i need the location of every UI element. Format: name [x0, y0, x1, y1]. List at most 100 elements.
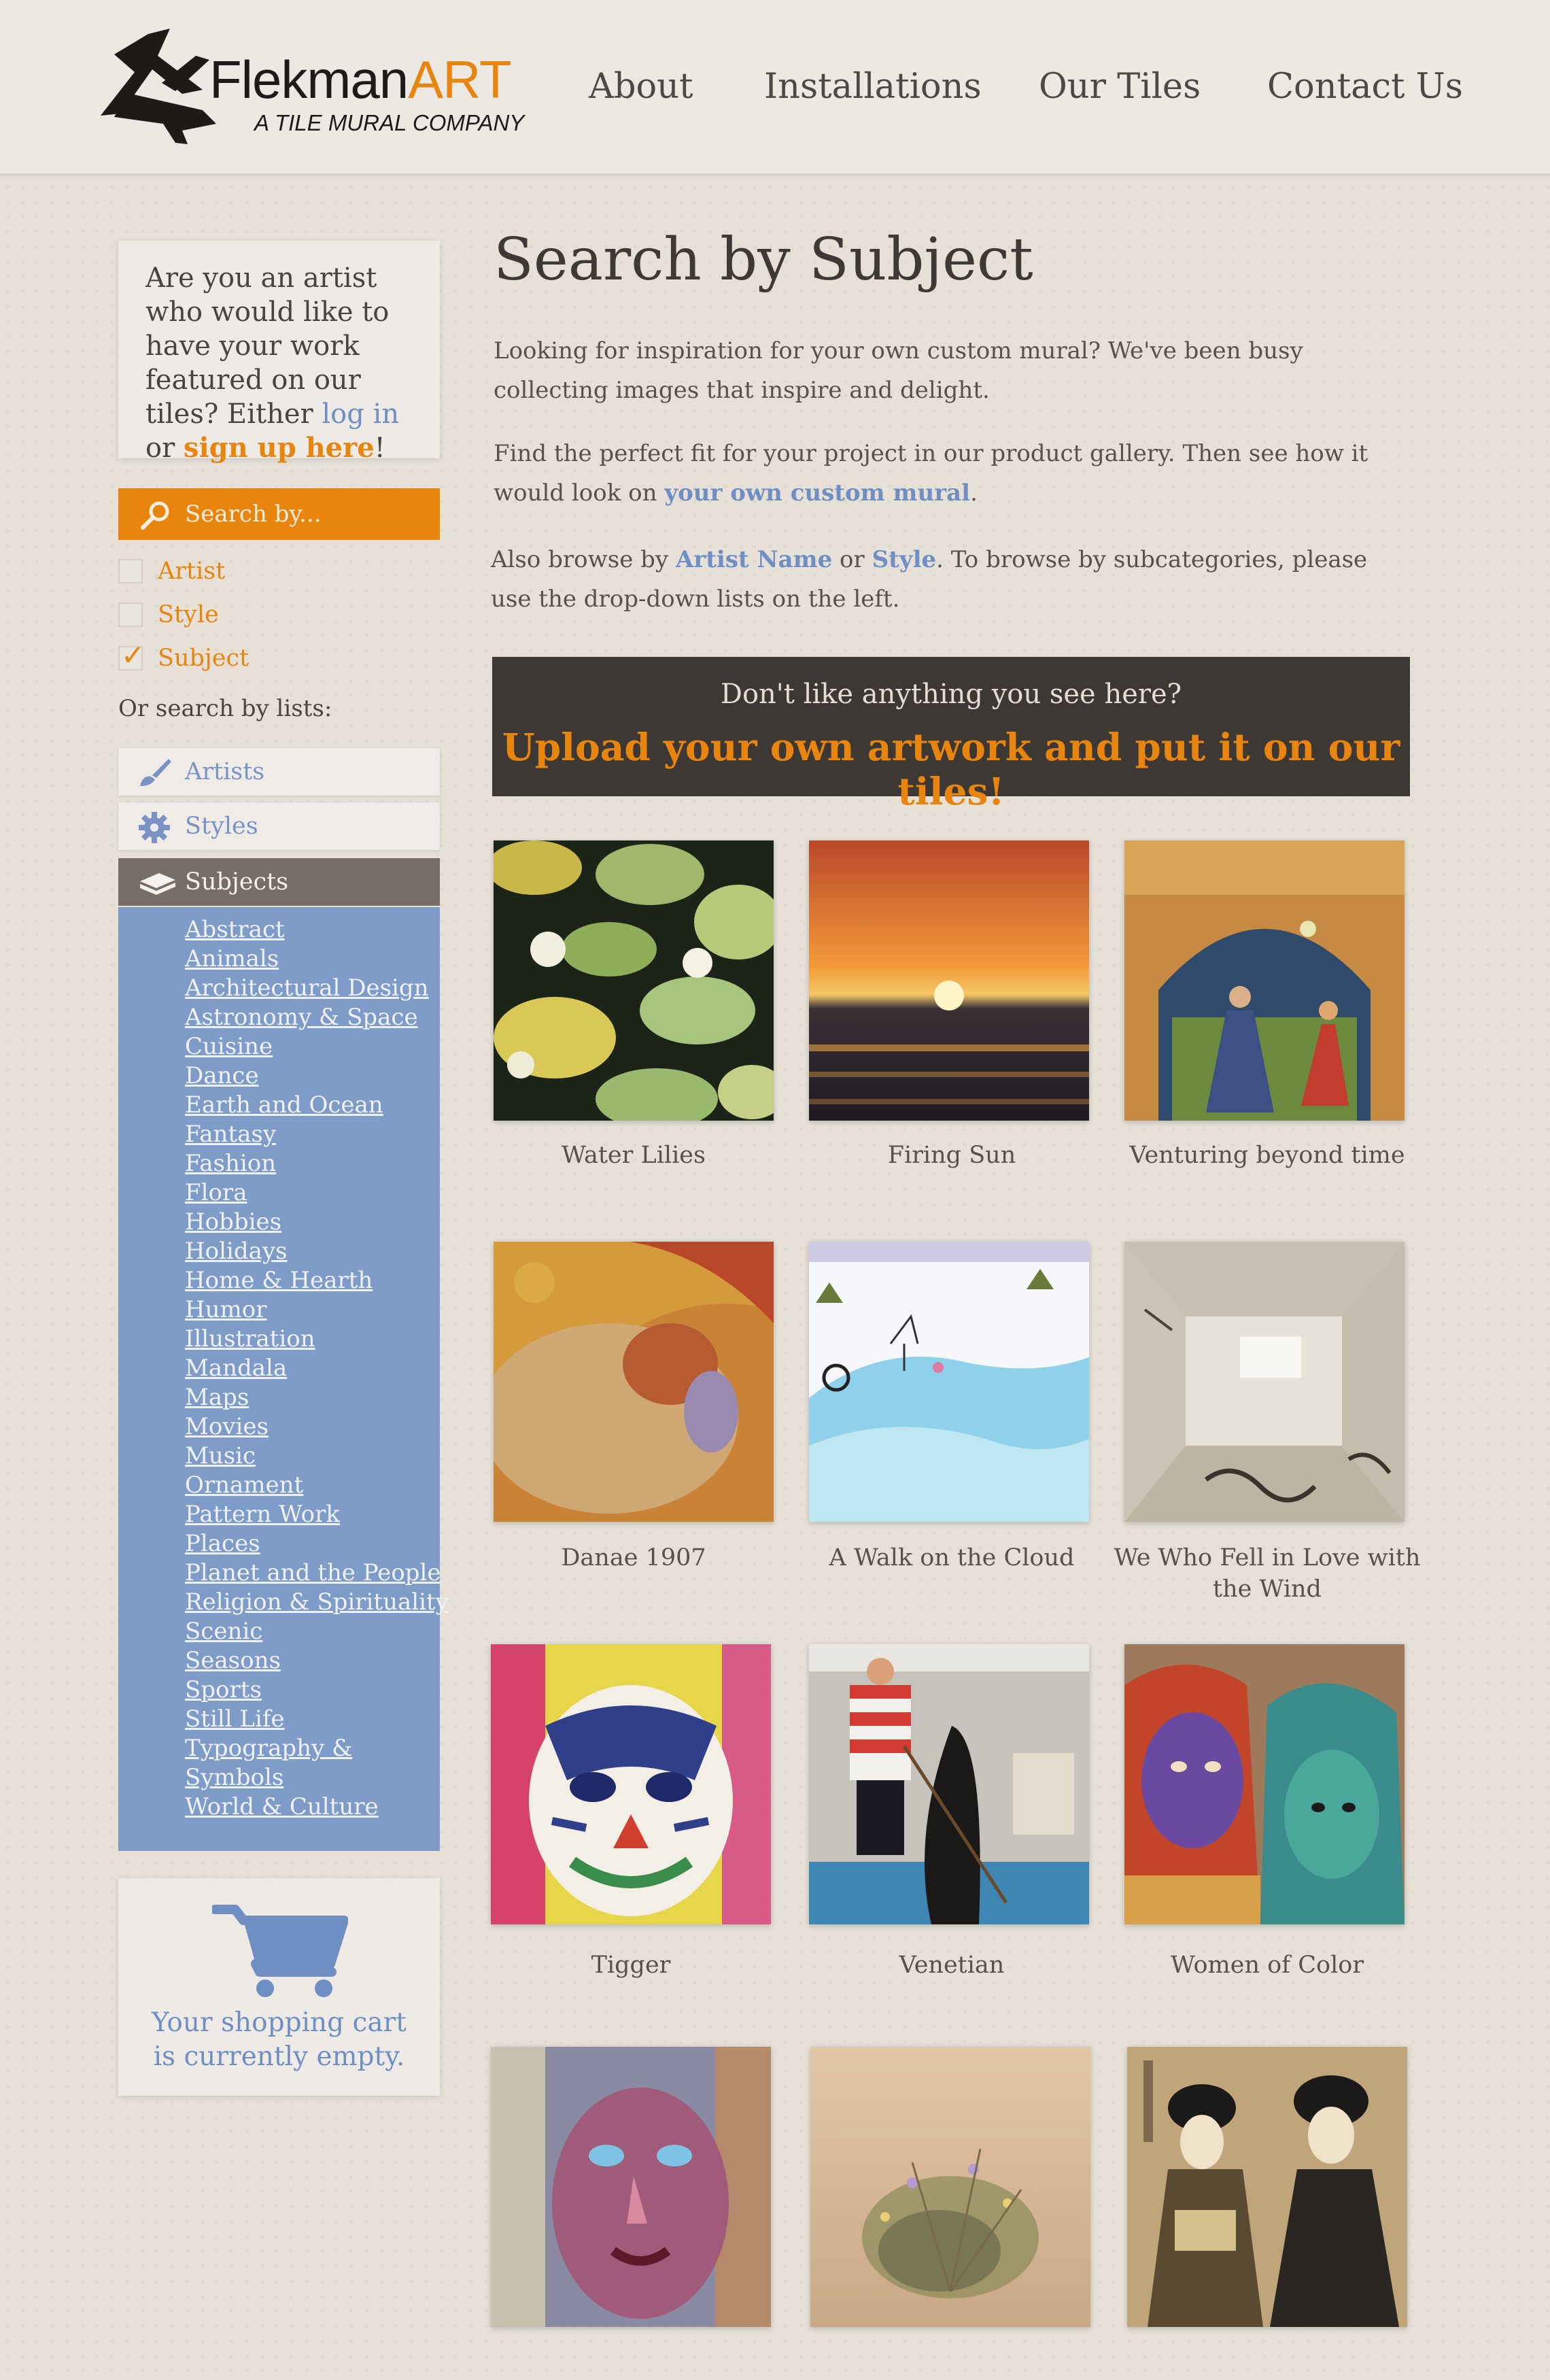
gallery-item-japanese-print[interactable]: [1127, 2047, 1407, 2327]
signup-link[interactable]: sign up here: [184, 432, 375, 464]
subject-link[interactable]: Cuisine: [185, 1032, 273, 1061]
subject-link[interactable]: Fashion: [185, 1149, 276, 1178]
subjects-list: Abstract Animals Architectural Design As…: [118, 907, 449, 1851]
or-search-by-lists-label: Or search by lists:: [118, 695, 332, 722]
gallery-paragraph-end: .: [970, 479, 978, 507]
subject-link[interactable]: Humor: [185, 1295, 267, 1325]
subject-link[interactable]: Planet and the People: [185, 1559, 441, 1588]
upload-artwork-link[interactable]: Upload your own artwork and put it on ou…: [492, 725, 1410, 813]
artist-checkbox[interactable]: [118, 559, 143, 583]
gallery-caption[interactable]: Firing Sun: [792, 1140, 1112, 1171]
search-by-bar[interactable]: Search by...: [118, 488, 440, 540]
subject-link[interactable]: Abstract: [185, 915, 285, 945]
upload-banner[interactable]: Don't like anything you see here? Upload…: [492, 657, 1410, 813]
subject-link[interactable]: Holidays: [185, 1237, 288, 1266]
gallery-caption[interactable]: Venetian: [792, 1950, 1112, 1981]
subject-link[interactable]: World & Culture: [185, 1792, 379, 1822]
checkmark-icon: ✓: [121, 639, 145, 672]
search-by-label: Search by...: [185, 500, 322, 528]
gallery-caption-we-who-fell[interactable]: We Who Fell in Love with the Wind: [1107, 1542, 1427, 1605]
list-tab-styles[interactable]: Styles: [118, 802, 440, 850]
gallery-item-venetian[interactable]: [809, 1644, 1089, 1924]
subject-link[interactable]: Places: [185, 1529, 260, 1559]
logo-tagline: A TILE MURAL COMPANY: [254, 110, 525, 135]
subject-link[interactable]: Home & Hearth: [185, 1266, 373, 1295]
subject-link[interactable]: Sports: [185, 1676, 262, 1705]
artist-name-link[interactable]: Artist Name: [676, 546, 832, 573]
subject-link[interactable]: Scenic: [185, 1617, 262, 1646]
subject-link[interactable]: Mandala: [185, 1354, 287, 1383]
we-who-fell-in-love-image: [1124, 1242, 1405, 1522]
cart-status: Your shopping cart is currently empty.: [118, 2006, 440, 2074]
subject-link[interactable]: Movies: [185, 1412, 269, 1442]
gallery-item-women-of-color[interactable]: [1124, 1644, 1405, 1924]
subject-link[interactable]: Seasons: [185, 1646, 281, 1676]
custom-mural-link[interactable]: your own custom mural: [664, 479, 970, 507]
nav-our-tiles[interactable]: Our Tiles: [1039, 67, 1201, 107]
subject-link[interactable]: Flora: [185, 1178, 247, 1208]
shopping-cart-card[interactable]: Your shopping cart is currently empty.: [118, 1878, 440, 2096]
style-checkbox[interactable]: [118, 602, 143, 627]
subject-link[interactable]: Astronomy & Space: [185, 1003, 418, 1032]
subject-link[interactable]: Typography &: [185, 1734, 352, 1763]
gallery-item-danae-1907[interactable]: [494, 1242, 774, 1522]
artist-prompt-or: or: [145, 432, 184, 464]
gallery-item-venturing-beyond-time[interactable]: [1124, 840, 1405, 1121]
gallery-item-wildflowers[interactable]: [810, 2047, 1090, 2327]
women-of-color-image: [1124, 1644, 1405, 1924]
subject-link[interactable]: Dance: [185, 1061, 259, 1091]
browse-paragraph: Also browse by Artist Name or Style. To …: [491, 540, 1402, 619]
firing-sun-image: [809, 840, 1089, 1121]
subject-link[interactable]: Maps: [185, 1383, 249, 1412]
subject-link[interactable]: Animals: [185, 945, 279, 974]
subject-checkbox[interactable]: ✓: [118, 641, 145, 670]
gallery-item-we-who-fell-in-love[interactable]: [1124, 1242, 1405, 1522]
venetian-image: [809, 1644, 1089, 1924]
nav-contact-us[interactable]: Contact Us: [1267, 67, 1463, 107]
gallery-caption[interactable]: A Walk on the Cloud: [792, 1542, 1112, 1574]
subject-link[interactable]: Music: [185, 1442, 256, 1471]
cart-status-line2: is currently empty.: [153, 2041, 405, 2072]
subject-link[interactable]: Pattern Work: [185, 1500, 340, 1529]
site-header: FlekmanART A TILE MURAL COMPANY About In…: [0, 0, 1550, 175]
subject-link[interactable]: Symbols: [185, 1763, 283, 1792]
subject-link[interactable]: Religion & Spirituality: [185, 1588, 449, 1617]
list-tab-label: Styles: [185, 813, 258, 840]
water-lilies-image: [494, 840, 774, 1121]
list-tab-label: Artists: [185, 758, 265, 785]
artist-prompt-end: !: [374, 432, 385, 464]
gallery-item-portrait[interactable]: [491, 2047, 771, 2327]
subject-link[interactable]: Ornament: [185, 1471, 303, 1500]
gallery-item-tigger[interactable]: [491, 1644, 771, 1924]
gallery-caption[interactable]: Venturing beyond time: [1107, 1140, 1427, 1171]
paintbrush-icon: [140, 759, 171, 786]
style-link[interactable]: Style: [872, 546, 937, 573]
gallery-item-water-lilies[interactable]: [494, 840, 774, 1121]
gallery-caption[interactable]: Tigger: [471, 1950, 791, 1981]
mosaic-portrait-image: [491, 2047, 771, 2327]
cart-status-line1: Your shopping cart: [152, 2007, 407, 2038]
logo[interactable]: FlekmanART A TILE MURAL COMPANY: [101, 29, 524, 151]
subject-link[interactable]: Still Life: [185, 1705, 285, 1734]
gallery-caption[interactable]: Water Lilies: [474, 1140, 793, 1171]
nav-installations[interactable]: Installations: [764, 67, 982, 107]
tigger-image: [491, 1644, 771, 1924]
subject-link[interactable]: Hobbies: [185, 1208, 281, 1237]
subject-link[interactable]: Illustration: [185, 1325, 315, 1354]
subject-link[interactable]: Architectural Design: [185, 974, 429, 1003]
gallery-caption[interactable]: Danae 1907: [474, 1542, 793, 1574]
list-tab-subjects[interactable]: Subjects: [118, 858, 440, 906]
style-option-label: Style: [158, 601, 219, 628]
nav-about[interactable]: About: [589, 67, 693, 107]
logo-wordmark: FlekmanART: [209, 50, 512, 109]
subject-link[interactable]: Fantasy: [185, 1120, 276, 1149]
venturing-beyond-time-image: [1124, 840, 1405, 1121]
gallery-caption[interactable]: Women of Color: [1107, 1950, 1427, 1981]
gallery-item-firing-sun[interactable]: [809, 840, 1089, 1121]
login-link[interactable]: log in: [322, 398, 399, 430]
wildflowers-image: [810, 2047, 1090, 2327]
gallery-item-a-walk-on-the-cloud[interactable]: [809, 1242, 1089, 1522]
list-tab-artists[interactable]: Artists: [118, 748, 440, 796]
book-icon: [140, 873, 175, 895]
subject-link[interactable]: Earth and Ocean: [185, 1091, 383, 1120]
